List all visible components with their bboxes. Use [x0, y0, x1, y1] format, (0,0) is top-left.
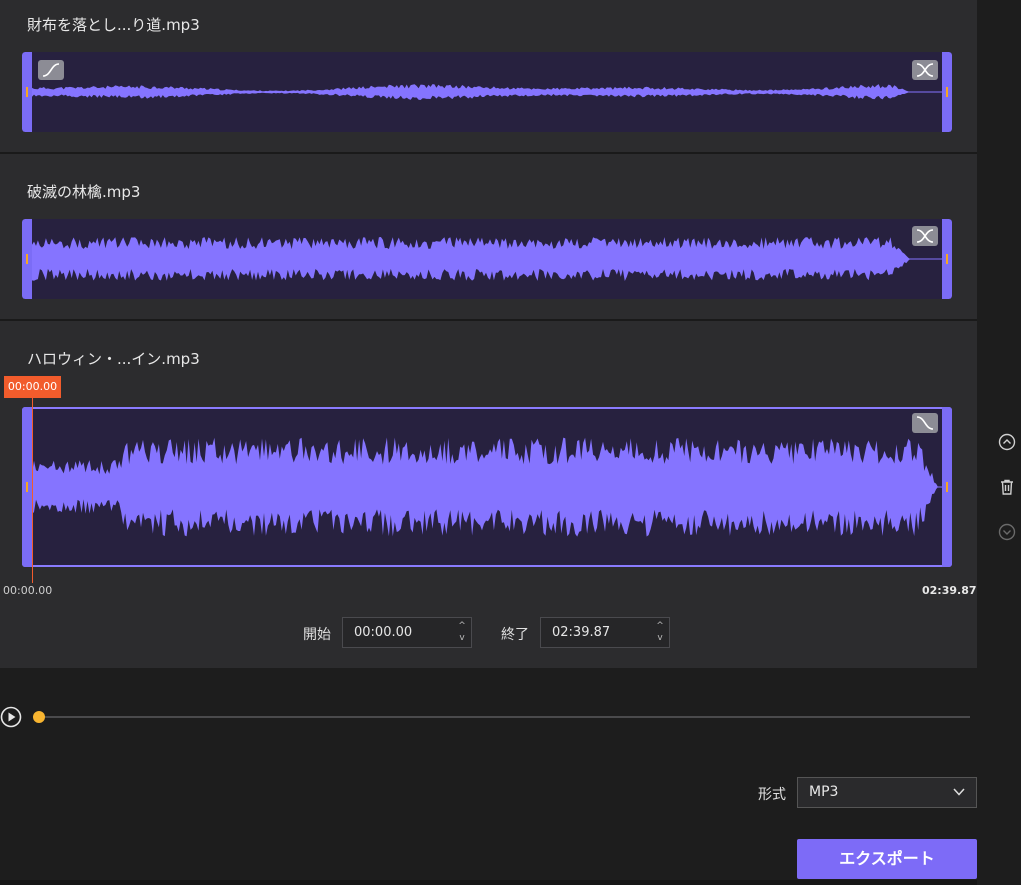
- format-select[interactable]: MP3: [797, 777, 977, 808]
- end-time-input[interactable]: 02:39.87 ^ v: [540, 617, 670, 648]
- waveform-graphic: [32, 84, 942, 100]
- fade-out-icon[interactable]: [912, 413, 938, 433]
- trash-icon[interactable]: [998, 478, 1016, 496]
- playback-progress-knob[interactable]: [33, 711, 45, 723]
- track-title: ハロウィン・...イン.mp3: [27, 350, 200, 368]
- track-list-panel: 財布を落とし...り道.mp3 破滅の林檎.mp3 ハロウィン・...イン.mp…: [0, 0, 977, 668]
- export-button[interactable]: エクスポート: [797, 839, 977, 879]
- trim-handle-left[interactable]: [22, 219, 32, 299]
- waveform-graphic: [32, 237, 942, 281]
- trim-handle-right[interactable]: [942, 407, 952, 567]
- waveform-1[interactable]: [22, 52, 952, 132]
- start-label: 開始: [303, 627, 331, 643]
- playback-progress-track[interactable]: [39, 716, 970, 718]
- end-label: 終了: [501, 627, 529, 643]
- format-label: 形式: [758, 787, 786, 803]
- crossfade-icon[interactable]: [912, 60, 938, 80]
- waveform-path: [32, 84, 942, 100]
- format-value: MP3: [809, 784, 839, 800]
- playhead-line[interactable]: [32, 398, 33, 583]
- trim-handle-right[interactable]: [942, 52, 952, 132]
- bottom-strip: [0, 880, 977, 885]
- move-down-icon[interactable]: [998, 523, 1016, 541]
- trim-handle-left[interactable]: [22, 407, 32, 567]
- waveform-path: [32, 237, 942, 281]
- waveform-2[interactable]: [22, 219, 952, 299]
- start-time-input[interactable]: 00:00.00 ^ v: [342, 617, 472, 648]
- trim-handle-right[interactable]: [942, 219, 952, 299]
- end-time-value: 02:39.87: [552, 625, 611, 640]
- waveform-graphic: [32, 437, 942, 537]
- crossfade-icon[interactable]: [912, 226, 938, 246]
- chevron-down-icon: [953, 788, 965, 796]
- start-time-stepper[interactable]: ^ v: [457, 620, 467, 645]
- playback-bar: [0, 704, 977, 730]
- fade-in-icon[interactable]: [38, 60, 64, 80]
- play-icon[interactable]: [0, 706, 22, 728]
- playhead-time-label[interactable]: 00:00.00: [4, 376, 61, 398]
- move-up-icon[interactable]: [998, 433, 1016, 451]
- trim-handle-left[interactable]: [22, 52, 32, 132]
- track-3[interactable]: ハロウィン・...イン.mp3: [0, 321, 977, 668]
- waveform-path: [32, 437, 942, 537]
- track-1[interactable]: 財布を落とし...り道.mp3: [0, 0, 977, 152]
- timeline-start-time: 00:00.00: [3, 584, 53, 597]
- start-time-value: 00:00.00: [354, 625, 413, 640]
- track-title: 財布を落とし...り道.mp3: [27, 16, 200, 34]
- track-2[interactable]: 破滅の林檎.mp3: [0, 154, 977, 318]
- timeline-end-time: 02:39.87: [922, 584, 977, 597]
- end-time-stepper[interactable]: ^ v: [655, 620, 665, 645]
- waveform-3[interactable]: [22, 407, 952, 567]
- track-title: 破滅の林檎.mp3: [27, 183, 141, 201]
